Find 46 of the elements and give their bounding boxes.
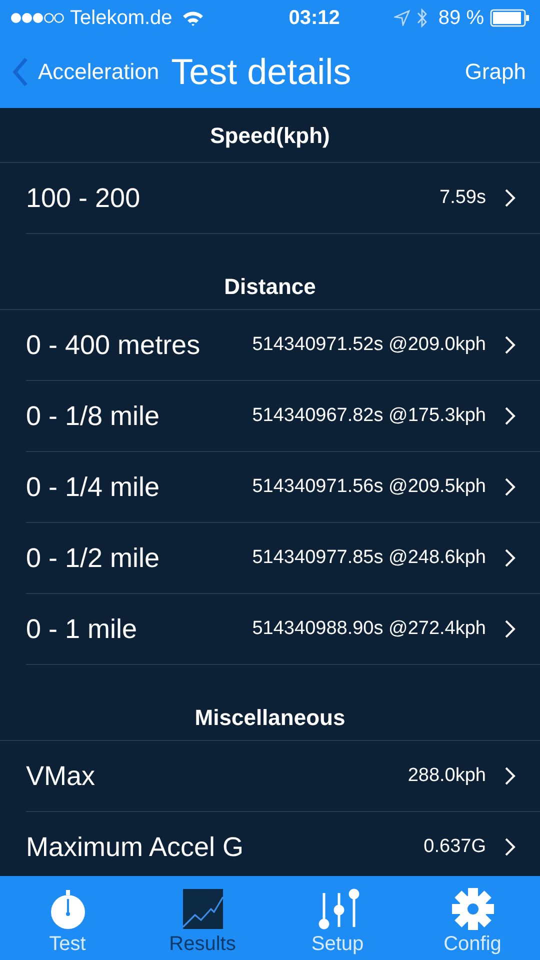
chevron-right-icon: [504, 548, 516, 568]
chevron-right-icon: [504, 406, 516, 426]
row-label: 0 - 1/8 mile: [26, 400, 160, 432]
row-value: 0.637G: [422, 836, 486, 858]
chevron-right-icon: [504, 477, 516, 497]
row-label: 0 - 1/4 mile: [26, 472, 160, 502]
bluetooth-icon: [416, 8, 428, 28]
result-row[interactable]: 100 - 200 7.59s: [26, 163, 540, 234]
result-row[interactable]: 0 - 1 mile 514340988.90s @272.4kph: [26, 594, 540, 665]
line-chart-icon: [180, 886, 224, 930]
location-icon: [394, 10, 410, 26]
chevron-right-icon: [504, 766, 516, 786]
result-row[interactable]: 0 - 1/4 mile 514340971.56s @209.5kph: [26, 452, 540, 523]
chevron-right-icon: [504, 619, 516, 639]
result-row[interactable]: 0 - 1/8 mile 514340967.82s @175.3kph: [26, 381, 540, 452]
section-header: Distance: [224, 274, 316, 300]
row-value: 514340971.52s @209.0kph: [251, 334, 486, 356]
result-row[interactable]: 0 - 1/2 mile 514340977.85s @248.6kph: [26, 523, 540, 594]
clock: 03:12: [288, 6, 340, 30]
chevron-right-icon: [504, 335, 516, 355]
chevron-left-icon: [12, 57, 28, 87]
chevron-right-icon: [504, 188, 516, 208]
section-header: Miscellaneous: [194, 704, 346, 730]
row-value: 288.0kph: [406, 765, 486, 787]
row-label: 100 - 200: [26, 182, 140, 214]
row-label: VMax: [26, 760, 96, 792]
row-value: 7.59s: [438, 187, 486, 209]
row-value: 514340977.85s @248.6kph: [251, 547, 486, 569]
result-row[interactable]: VMax 288.0kph: [26, 741, 540, 812]
row-value: 514340967.82s @175.3kph: [251, 405, 486, 427]
result-row[interactable]: 0 - 400 metres 514340971.52s @209.0kph: [26, 310, 540, 381]
carrier: Telekom.de: [70, 6, 172, 30]
screen-title: Test details: [171, 51, 352, 93]
settings-icon: [450, 886, 494, 930]
row-value: 514340971.56s @209.5kph: [251, 476, 486, 498]
section-header: Speed(kph): [210, 123, 330, 149]
row-value: 514340988.90s @272.4kph: [251, 618, 486, 640]
row-label: 0 - 1 mile: [26, 614, 138, 644]
row-label: 0 - 1/2 mile: [26, 542, 160, 574]
signal-icon: [10, 12, 64, 24]
battery-icon: [490, 9, 530, 27]
row-label: Maximum Accel G: [26, 832, 244, 862]
chevron-right-icon: [504, 837, 516, 857]
wifi-icon: [182, 10, 204, 26]
battery-percent: 89 %: [438, 6, 484, 30]
row-label: 0 - 400 metres: [26, 330, 200, 360]
